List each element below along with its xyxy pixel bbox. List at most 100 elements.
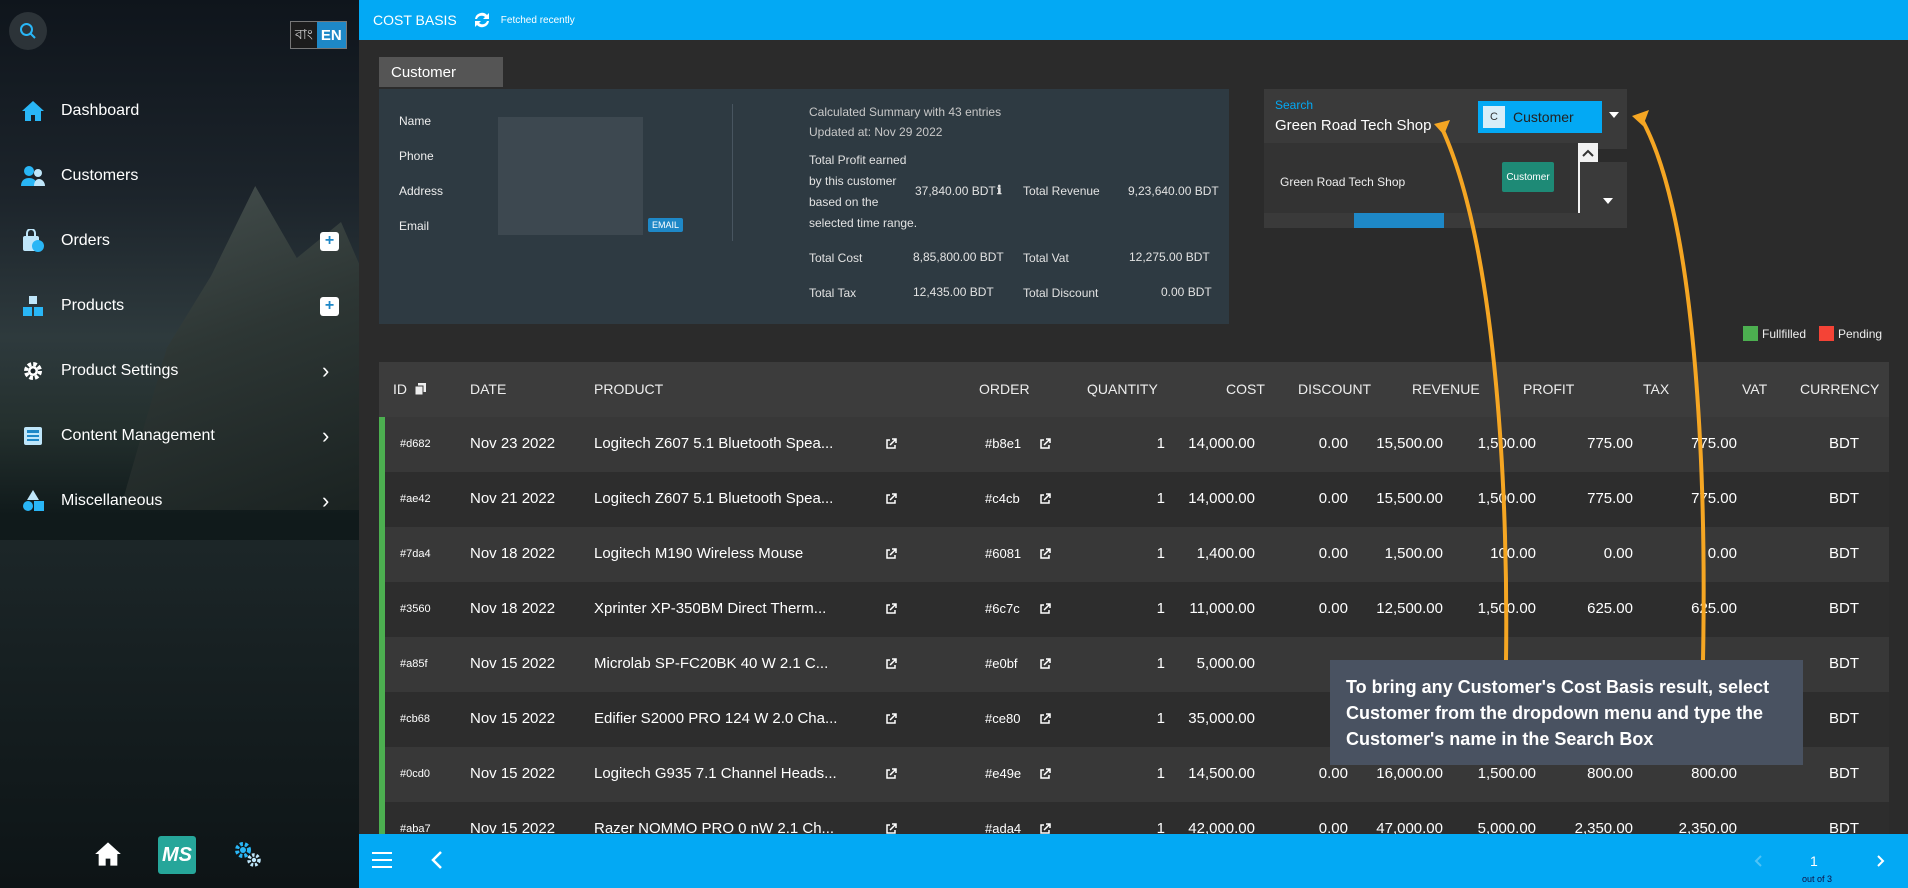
cell-product[interactable]: Logitech G935 7.1 Channel Heads... [594, 765, 837, 782]
cell-id: #3560 [400, 603, 431, 615]
col-cost[interactable]: COST [1226, 381, 1265, 397]
cell-order[interactable]: #6c7c [985, 601, 1020, 616]
summary-title: Calculated Summary with 43 entries [809, 105, 1002, 119]
chevron-down-icon[interactable] [1603, 198, 1613, 204]
cell-id: #cb68 [400, 713, 430, 725]
suggestion-name[interactable]: Green Road Tech Shop [1280, 175, 1405, 189]
cell-order[interactable]: #c4cb [985, 491, 1020, 506]
name-label: Name [399, 114, 432, 128]
sidebar-item-product-settings[interactable]: Product Settings › [0, 351, 359, 391]
prev-page-button[interactable] [1754, 854, 1762, 872]
cell-order[interactable]: #e49e [985, 766, 1021, 781]
product-link-icon[interactable] [885, 767, 897, 779]
product-link-icon[interactable] [885, 657, 897, 669]
col-profit[interactable]: PROFIT [1523, 381, 1574, 397]
fulfilled-swatch [1743, 326, 1758, 341]
lang-en[interactable]: EN [316, 22, 346, 48]
suggestion-type-chip[interactable]: Customer [1502, 162, 1554, 192]
cell-product[interactable]: Microlab SP-FC20BK 40 W 2.1 C... [594, 655, 828, 672]
sidebar-item-customers[interactable]: Customers [0, 156, 359, 196]
email-badge[interactable]: EMAIL [648, 218, 684, 232]
cell-product[interactable]: Xprinter XP-350BM Direct Therm... [594, 600, 826, 617]
info-icon[interactable]: ℹ [997, 180, 1002, 201]
copy-icon[interactable] [414, 382, 426, 398]
order-link-icon[interactable] [1039, 712, 1051, 724]
table-row[interactable]: #7da4 Nov 18 2022 Logitech M190 Wireless M… [379, 527, 1889, 582]
back-button[interactable] [431, 850, 443, 875]
search-button[interactable] [9, 12, 47, 50]
app-logo[interactable]: MS [158, 836, 196, 874]
refresh-button[interactable] [471, 9, 493, 31]
order-link-icon[interactable] [1039, 822, 1051, 834]
cell-date: Nov 15 2022 [470, 710, 556, 727]
cell-quantity: 1 [1156, 490, 1165, 507]
col-revenue[interactable]: REVENUE [1412, 381, 1480, 397]
product-link-icon[interactable] [885, 712, 897, 724]
sidebar-item-products[interactable]: Products + [0, 286, 359, 326]
chevron-right-icon: › [322, 423, 330, 448]
sidebar-item-content-management[interactable]: Content Management › [0, 416, 359, 456]
add-order-button[interactable]: + [320, 231, 339, 251]
menu-button[interactable] [372, 851, 392, 874]
total-tax-value: 12,435.00 BDT [913, 285, 994, 299]
cell-order[interactable]: #ce80 [985, 711, 1020, 726]
total-tax-label: Total Tax [809, 286, 857, 300]
col-vat[interactable]: VAT [1742, 381, 1767, 397]
search-field[interactable]: Search Green Road Tech Shop [1264, 89, 1470, 149]
col-id[interactable]: ID [393, 381, 407, 397]
order-link-icon[interactable] [1039, 492, 1051, 504]
language-toggle[interactable]: বাং EN [290, 21, 347, 49]
type-chip[interactable]: C Customer [1478, 101, 1602, 133]
product-link-icon[interactable] [885, 547, 897, 559]
add-product-button[interactable]: + [320, 296, 339, 316]
cell-cost: 1,400.00 [1196, 545, 1255, 562]
settings-shortcut-button[interactable] [231, 838, 265, 870]
col-discount[interactable]: DISCOUNT [1298, 381, 1371, 397]
col-product[interactable]: PRODUCT [594, 381, 663, 397]
col-currency[interactable]: CURRENCY [1800, 381, 1879, 397]
product-link-icon[interactable] [885, 602, 897, 614]
col-quantity[interactable]: QUANTITY [1087, 381, 1158, 397]
product-link-icon[interactable] [885, 492, 897, 504]
col-date[interactable]: DATE [470, 381, 506, 397]
profit-label-line3: based on the [809, 195, 879, 209]
home-icon [95, 842, 121, 866]
cell-discount: 0.00 [1318, 545, 1348, 562]
total-vat-label: Total Vat [1023, 251, 1069, 265]
cell-product[interactable]: Logitech Z607 5.1 Bluetooth Spea... [594, 490, 833, 507]
table-row[interactable]: #ae42 Nov 21 2022 Logitech Z607 5.1 Blueto… [379, 472, 1889, 527]
home-shortcut-button[interactable] [92, 838, 124, 870]
order-link-icon[interactable] [1039, 547, 1051, 559]
customer-tab[interactable]: Customer [379, 57, 503, 87]
next-page-button[interactable] [1877, 854, 1885, 872]
search-input[interactable]: Green Road Tech Shop [1275, 117, 1432, 134]
cell-order[interactable]: #6081 [985, 546, 1021, 561]
order-link-icon[interactable] [1039, 657, 1051, 669]
chevron-down-icon[interactable] [1609, 112, 1619, 118]
order-link-icon[interactable] [1039, 437, 1051, 449]
sidebar-item-dashboard[interactable]: Dashboard [0, 91, 359, 131]
table-row[interactable]: #d682 Nov 23 2022 Logitech Z607 5.1 Blueto… [379, 417, 1889, 472]
cell-date: Nov 23 2022 [470, 435, 556, 452]
cell-tax: 0.00 [1603, 545, 1633, 562]
sidebar-item-miscellaneous[interactable]: Miscellaneous › [0, 481, 359, 521]
cell-product[interactable]: Logitech M190 Wireless Mouse [594, 545, 803, 562]
order-link-icon[interactable] [1039, 602, 1051, 614]
sidebar-item-orders[interactable]: Orders + [0, 221, 359, 261]
col-tax[interactable]: TAX [1643, 381, 1669, 397]
cell-product[interactable]: Logitech Z607 5.1 Bluetooth Spea... [594, 435, 833, 452]
product-link-icon[interactable] [885, 437, 897, 449]
sidebar-item-label: Customers [61, 167, 139, 184]
address-label: Address [399, 184, 444, 198]
lang-bn[interactable]: বাং [291, 22, 317, 48]
cell-tax: 625.00 [1587, 600, 1633, 617]
order-link-icon[interactable] [1039, 767, 1051, 779]
col-order[interactable]: ORDER [979, 381, 1030, 397]
sidebar-item-label: Product Settings [61, 362, 179, 379]
cell-product[interactable]: Edifier S2000 PRO 124 W 2.0 Cha... [594, 710, 837, 727]
cell-date: Nov 18 2022 [470, 545, 556, 562]
cell-order[interactable]: #b8e1 [985, 436, 1021, 451]
table-row[interactable]: #3560 Nov 18 2022 Xprinter XP-350BM Direct… [379, 582, 1889, 637]
cell-order[interactable]: #e0bf [985, 656, 1018, 671]
product-link-icon[interactable] [885, 822, 897, 834]
